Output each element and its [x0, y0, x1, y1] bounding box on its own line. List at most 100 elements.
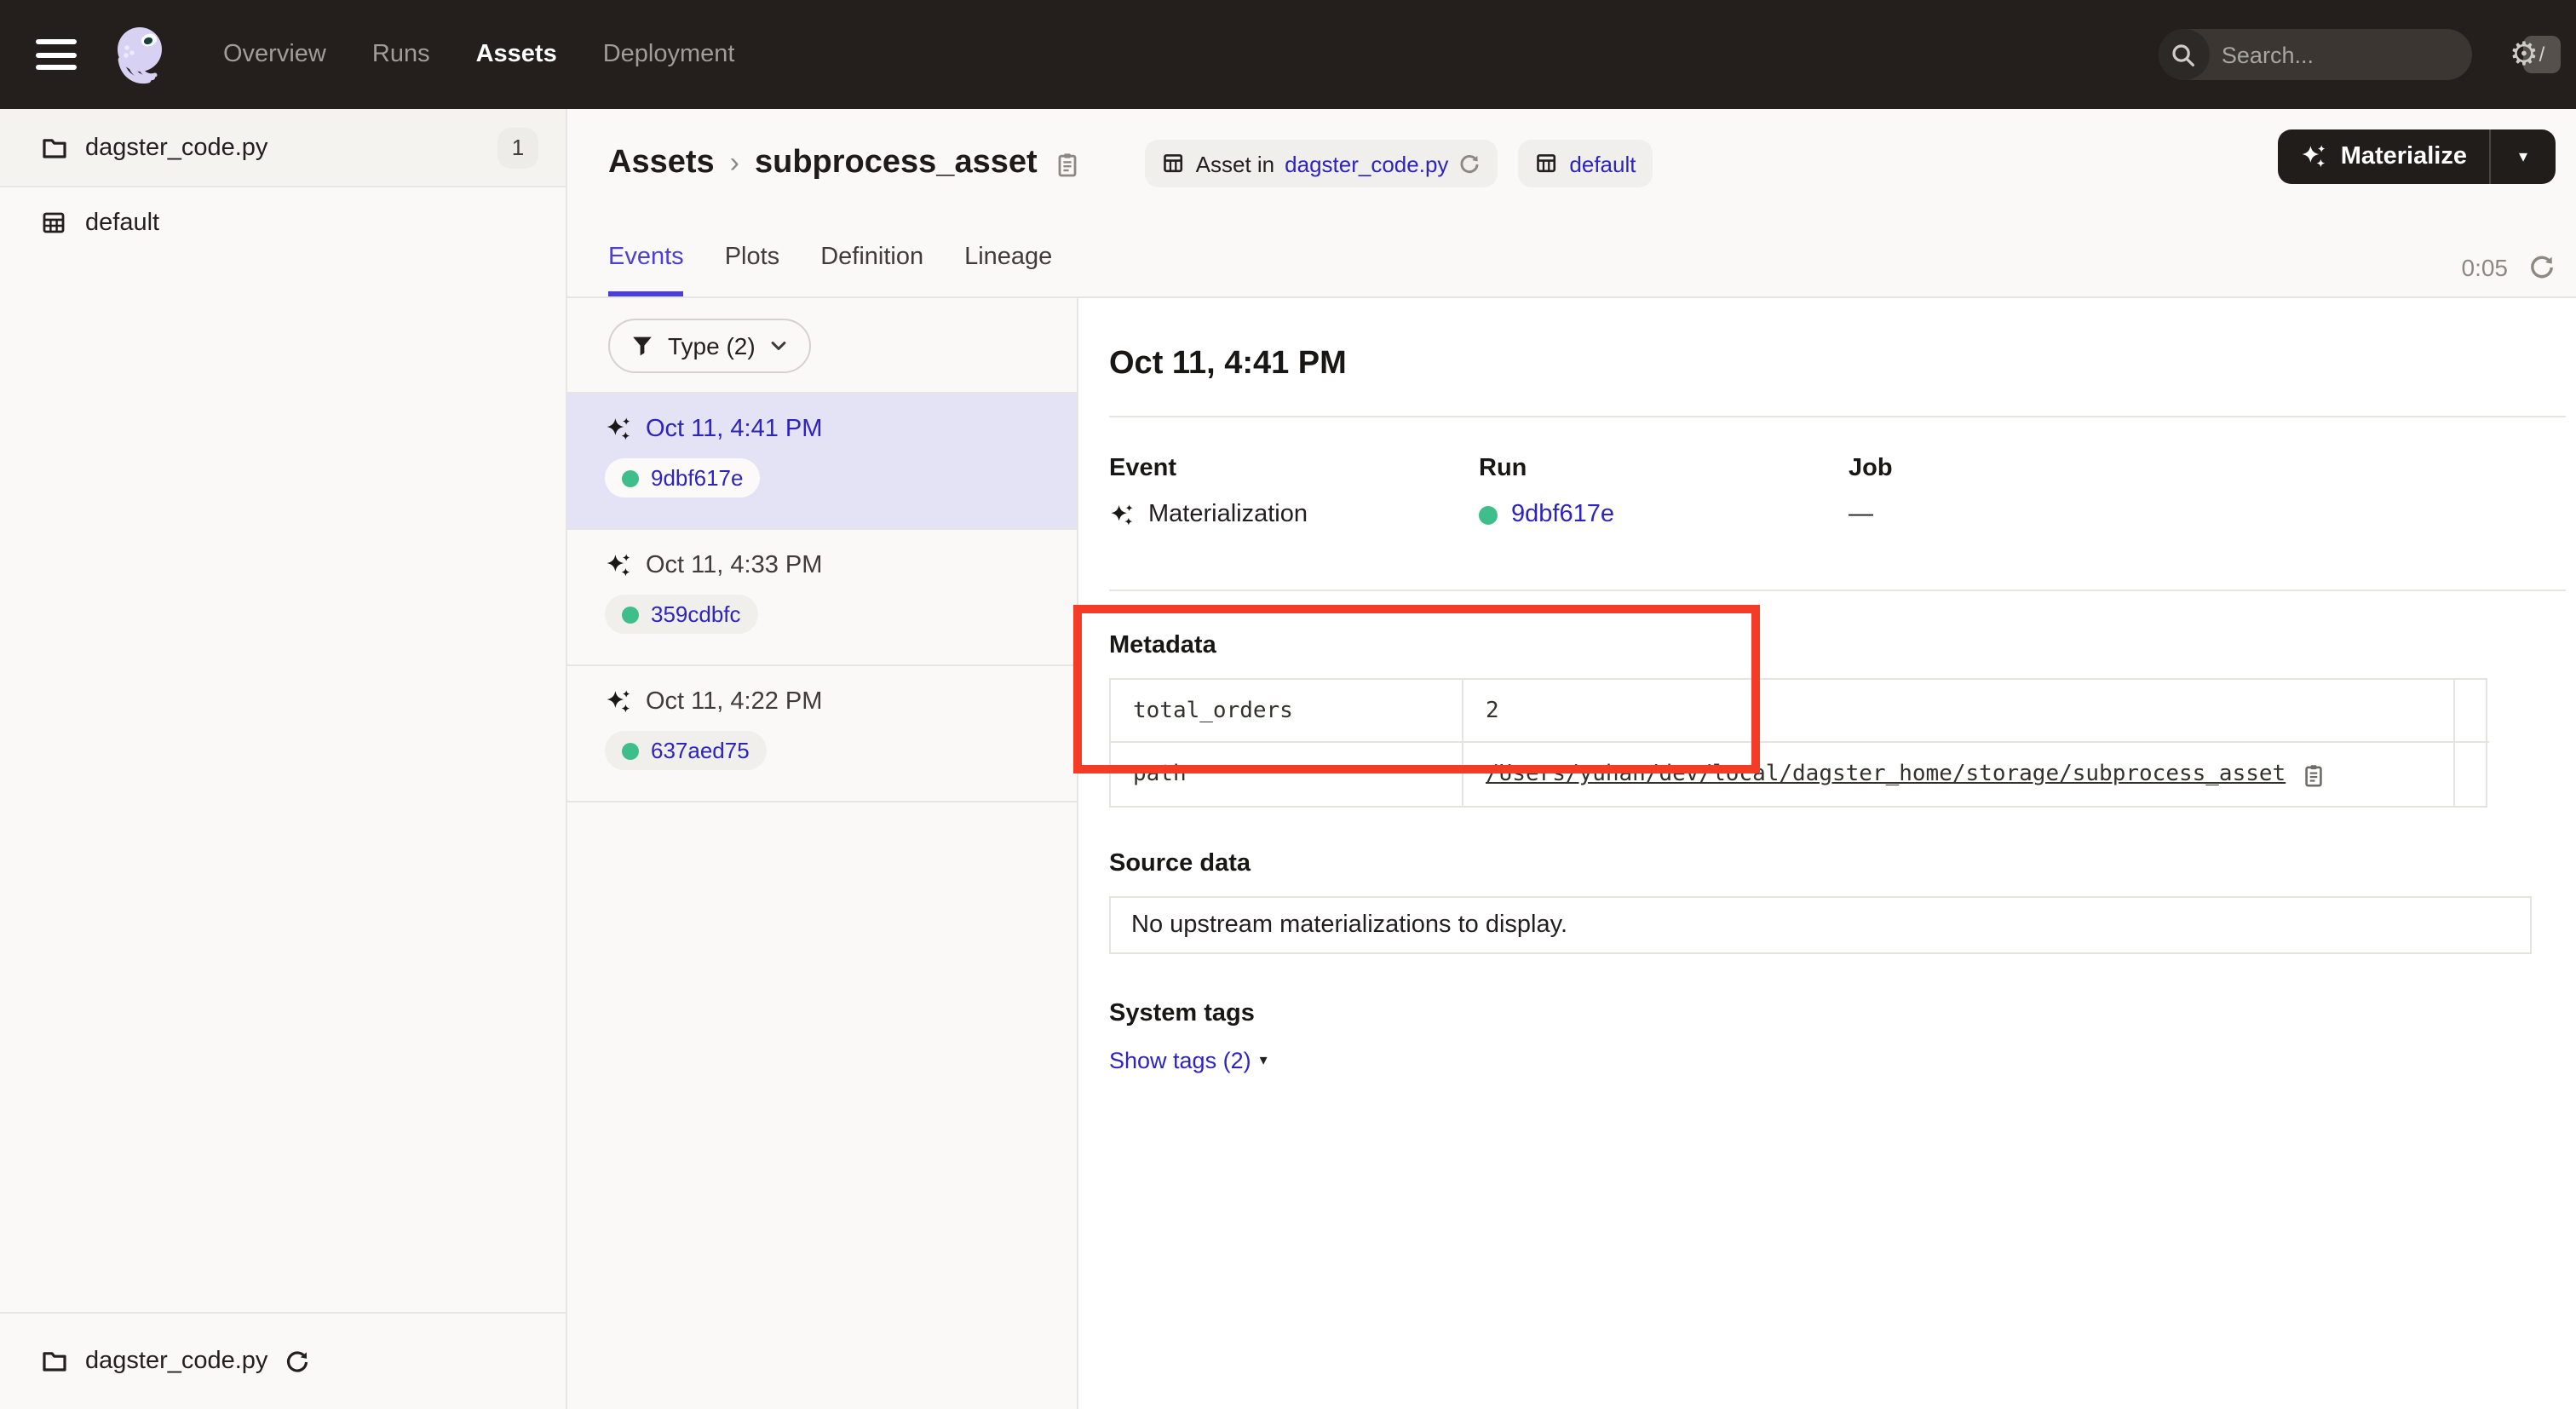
materialization-sparkle-icon [2300, 143, 2327, 170]
run-id: 637aed75 [651, 738, 750, 763]
asset-tabs: Events Plots Definition Lineage [608, 218, 1052, 296]
event-detail-heading: Oct 11, 4:41 PM [1109, 346, 1347, 383]
materialize-button[interactable]: Materialize ▾ [2278, 129, 2556, 184]
job-column: Job — [1849, 455, 2218, 528]
metadata-empty-cell [2455, 680, 2489, 743]
metadata-key-cell: path [1111, 743, 1463, 806]
chevron-down-icon [769, 335, 790, 355]
show-tags-toggle[interactable]: Show tags (2) ▾ [1109, 1048, 1268, 1073]
metadata-value-cell: /Users/yuhan/dev/local/dagster_home/stor… [1463, 743, 2455, 806]
sidebar-item-label: dagster_code.py [85, 134, 480, 161]
asset-group-icon [1535, 152, 1559, 175]
run-id-link[interactable]: 9dbf617e [1511, 501, 1614, 528]
job-icon [1162, 152, 1186, 175]
nav-item-deployment[interactable]: Deployment [603, 41, 735, 68]
event-type-value: Materialization [1148, 501, 1308, 528]
event-list-item[interactable]: Oct 11, 4:41 PM 9dbf617e [567, 394, 1077, 530]
sidebar-item-default-group[interactable]: default [0, 187, 566, 259]
group-link[interactable]: default [1569, 151, 1636, 176]
asset-header: Assets › subprocess_asset [567, 109, 2576, 298]
search-box[interactable]: / [2159, 29, 2472, 80]
asset-location-pill[interactable]: Asset in dagster_code.py [1145, 140, 1498, 187]
event-date: Oct 11, 4:41 PM [646, 416, 822, 443]
breadcrumb-assets-link[interactable]: Assets [608, 145, 715, 182]
code-location-link[interactable]: dagster_code.py [1285, 151, 1448, 176]
nav-items: Overview Runs Assets Deployment [223, 41, 734, 68]
nav-item-runs[interactable]: Runs [372, 41, 430, 68]
copy-asset-name-icon[interactable] [1055, 151, 1080, 176]
metadata-empty-cell [2455, 743, 2489, 806]
type-filter-label: Type (2) [668, 331, 756, 359]
refresh-countdown: 0:05 [2462, 254, 2509, 281]
folder-icon [41, 134, 68, 161]
nav-item-overview[interactable]: Overview [223, 41, 326, 68]
event-label: Event [1109, 455, 1479, 482]
run-status-dot [622, 606, 639, 623]
run-id: 359cdbfc [651, 601, 741, 627]
reload-icon[interactable] [1458, 152, 1481, 175]
run-id-badge[interactable]: 9dbf617e [605, 458, 760, 497]
tab-definition[interactable]: Definition [820, 218, 923, 296]
search-input[interactable] [2210, 42, 2523, 67]
event-list-item[interactable]: Oct 11, 4:33 PM 359cdbfc [567, 530, 1077, 666]
materialize-dropdown-caret[interactable]: ▾ [2491, 147, 2556, 166]
type-filter-button[interactable]: Type (2) [608, 318, 812, 372]
run-id-badge[interactable]: 359cdbfc [605, 595, 758, 634]
sidebar: dagster_code.py 1 default dagste [0, 109, 567, 1409]
sidebar-footer-code-location[interactable]: dagster_code.py [0, 1312, 566, 1409]
run-column: Run 9dbf617e [1479, 455, 1849, 528]
gear-icon[interactable]: ⚙ [2510, 38, 2539, 71]
event-date: Oct 11, 4:33 PM [646, 552, 822, 579]
breadcrumb-separator: › [730, 147, 739, 181]
event-column: Event Materialization [1109, 455, 1479, 528]
run-id-badge[interactable]: 637aed75 [605, 731, 767, 770]
copy-path-icon[interactable] [2301, 762, 2325, 786]
job-empty-value: — [1849, 501, 1873, 528]
event-summary-columns: Event Materialization Run 9 [1109, 455, 2218, 528]
run-status-dot [1479, 505, 1498, 524]
sidebar-item-code-location[interactable]: dagster_code.py 1 [0, 109, 566, 187]
hamburger-menu-icon[interactable] [36, 39, 77, 70]
run-id: 9dbf617e [651, 465, 743, 491]
search-icon [2159, 29, 2210, 80]
filter-funnel-icon [630, 333, 654, 357]
asset-group-icon [41, 210, 68, 237]
top-nav: Overview Runs Assets Deployment / ⚙ [0, 0, 2576, 109]
materialization-sparkle-icon [1109, 502, 1135, 527]
folder-icon [41, 1348, 68, 1375]
run-label: Run [1479, 455, 1849, 482]
metadata-heading: Metadata [1109, 632, 1216, 659]
dagster-app: Overview Runs Assets Deployment / ⚙ [0, 0, 2576, 1409]
auto-refresh-status: 0:05 [2462, 254, 2556, 281]
materialization-sparkle-icon [605, 552, 632, 579]
filter-bar: Type (2) [567, 298, 1077, 394]
events-list-panel: Type (2) Oct 11, 4:41 PM [567, 298, 1078, 1409]
system-tags-heading: System tags [1109, 1000, 1255, 1027]
tab-lineage[interactable]: Lineage [964, 218, 1052, 296]
source-data-empty-box: No upstream materializations to display. [1109, 896, 2532, 954]
asset-group-pill[interactable]: default [1518, 140, 1653, 187]
job-label: Job [1849, 455, 2218, 482]
path-link[interactable]: /Users/yuhan/dev/local/dagster_home/stor… [1486, 762, 2286, 787]
materialize-label: Materialize [2341, 143, 2467, 170]
asset-count-badge: 1 [497, 127, 538, 168]
divider [1109, 589, 2566, 591]
source-data-empty-message: No upstream materializations to display. [1131, 912, 1567, 939]
nav-item-assets[interactable]: Assets [476, 41, 557, 68]
refresh-icon[interactable] [2528, 254, 2556, 281]
dagster-logo-icon[interactable] [106, 19, 177, 90]
reload-icon[interactable] [285, 1349, 310, 1374]
tab-plots[interactable]: Plots [725, 218, 780, 296]
materialization-sparkle-icon [605, 688, 632, 716]
sidebar-footer-label: dagster_code.py [85, 1348, 267, 1375]
sidebar-item-label: default [85, 210, 566, 237]
materialization-sparkle-icon [605, 416, 632, 443]
run-status-dot [622, 469, 639, 486]
asset-in-label: Asset in [1196, 151, 1275, 176]
metadata-table: total_orders 2 path /Users/yuhan/dev/loc… [1109, 678, 2487, 808]
source-data-heading: Source data [1109, 850, 1251, 877]
tab-events[interactable]: Events [608, 218, 684, 296]
show-tags-label: Show tags (2) [1109, 1048, 1251, 1073]
event-list-item[interactable]: Oct 11, 4:22 PM 637aed75 [567, 666, 1077, 802]
event-detail-panel: Oct 11, 4:41 PM Event Materialization [1078, 298, 2576, 1409]
